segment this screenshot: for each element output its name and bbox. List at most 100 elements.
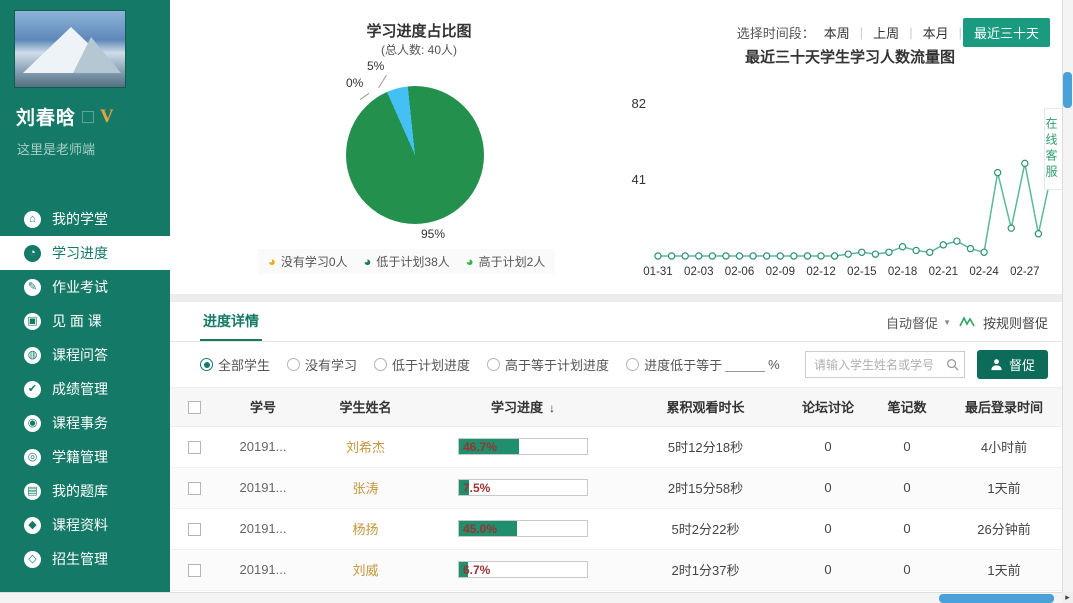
online-service-tab[interactable]: 在线客服 bbox=[1044, 108, 1062, 190]
sidebar-item-meeting-class[interactable]: ▣见 面 课 bbox=[0, 304, 170, 338]
column-header-4: 论坛讨论 bbox=[788, 388, 868, 426]
table-row: 20191...刘希杰46.7%5时12分18秒004小时前 bbox=[170, 426, 1062, 467]
pie-leader-line bbox=[378, 75, 387, 88]
time-range-selector: 选择时间段： 本周|上周|本月|最近三十天 bbox=[737, 18, 1050, 47]
student-name-link[interactable]: 杨扬 bbox=[352, 522, 378, 537]
student-name-link[interactable]: 刘威 bbox=[352, 563, 378, 578]
pie-clock-icon: ◕ bbox=[364, 255, 372, 268]
data-point bbox=[832, 253, 838, 259]
progress-cell: 46.7% bbox=[423, 426, 623, 467]
search-icon[interactable] bbox=[946, 358, 959, 376]
scroll-right-arrow[interactable]: ▸ bbox=[1062, 592, 1073, 603]
row-select-cell bbox=[170, 549, 218, 590]
user-name: 刘春晗 bbox=[16, 103, 76, 130]
student-roster-icon: ◎ bbox=[24, 449, 41, 466]
progress-value: 7.5% bbox=[463, 481, 490, 495]
percent-threshold-input[interactable] bbox=[725, 358, 765, 372]
auto-remind-dropdown[interactable]: 自动督促 ▼ bbox=[886, 313, 951, 332]
user-info: 刘春晗 V bbox=[16, 103, 170, 130]
column-label: 学生姓名 bbox=[339, 400, 391, 415]
notes-count-cell: 0 bbox=[868, 467, 946, 508]
sidebar-item-student-roster[interactable]: ◎学籍管理 bbox=[0, 440, 170, 474]
student-name-link[interactable]: 刘希杰 bbox=[346, 440, 385, 455]
column-label: 笔记数 bbox=[887, 400, 926, 415]
x-axis-label: 02-21 bbox=[929, 266, 958, 278]
filter-radio-label: 进度低于等于 bbox=[644, 355, 722, 374]
time-option-3[interactable]: 本月 bbox=[914, 20, 958, 45]
vertical-scrollbar[interactable] bbox=[1062, 0, 1073, 592]
watch-time-cell: 2时1分37秒 bbox=[623, 549, 788, 590]
horizontal-scrollbar[interactable] bbox=[0, 592, 1062, 603]
row-checkbox[interactable] bbox=[188, 441, 201, 454]
sidebar-item-my-school[interactable]: ⌂我的学堂 bbox=[0, 202, 170, 236]
data-point bbox=[927, 249, 933, 255]
last-login-cell: 26分钟前 bbox=[946, 508, 1062, 549]
data-point bbox=[777, 253, 783, 259]
person-icon bbox=[990, 358, 1003, 371]
time-range-label: 选择时间段： bbox=[737, 23, 815, 42]
watch-time-cell: 5时12分18秒 bbox=[623, 426, 788, 467]
pie-label-low: 95% bbox=[421, 227, 445, 241]
select-all-checkbox[interactable] bbox=[188, 401, 201, 414]
filter-radio-label: 没有学习 bbox=[305, 355, 357, 374]
row-checkbox[interactable] bbox=[188, 482, 201, 495]
filter-radios: 全部学生 没有学习 低于计划进度高于等于计划进度进度低于等于% bbox=[200, 355, 797, 374]
search-input[interactable] bbox=[805, 351, 965, 378]
filter-radio-3[interactable]: 低于计划进度 bbox=[374, 355, 470, 374]
vip-badge: V bbox=[100, 106, 114, 128]
tab-progress-detail[interactable]: 进度详情 bbox=[200, 302, 262, 341]
vertical-scrollbar-thumb[interactable] bbox=[1063, 72, 1072, 108]
sidebar-item-course-qa[interactable]: ◍课程问答 bbox=[0, 338, 170, 372]
notes-count-cell: 0 bbox=[868, 549, 946, 590]
option-separator: | bbox=[959, 25, 962, 40]
y-axis-label: 41 bbox=[632, 172, 646, 187]
data-point bbox=[696, 253, 702, 259]
rule-remind-link[interactable]: 按规则督促 bbox=[983, 313, 1048, 332]
sidebar-item-course-materials[interactable]: ◆课程资料 bbox=[0, 508, 170, 542]
x-axis-label: 02-15 bbox=[847, 266, 876, 278]
charts-panel: 选择时间段： 本周|上周|本月|最近三十天 学习进度占比图 (总人数: 40人)… bbox=[170, 0, 1062, 294]
sidebar-item-label: 课程资料 bbox=[52, 515, 108, 535]
remind-button-label: 督促 bbox=[1009, 355, 1035, 374]
progress-bar: 45.0% bbox=[458, 520, 588, 537]
student-name-link[interactable]: 张涛 bbox=[352, 481, 378, 496]
column-header-6: 最后登录时间 bbox=[946, 388, 1062, 426]
sidebar-item-homework-exam[interactable]: ✎作业考试 bbox=[0, 270, 170, 304]
time-option-2[interactable]: 上周 bbox=[864, 20, 908, 45]
filter-radio-2[interactable]: 没有学习 bbox=[287, 355, 357, 374]
filter-radio-label: 低于计划进度 bbox=[392, 355, 470, 374]
remind-button[interactable]: 督促 bbox=[977, 350, 1048, 379]
sidebar-item-enrollment[interactable]: ◇招生管理 bbox=[0, 542, 170, 576]
filter-radio-5[interactable]: 进度低于等于% bbox=[626, 355, 780, 374]
time-option-4[interactable]: 最近三十天 bbox=[963, 18, 1050, 47]
study-progress-icon: ◔ bbox=[24, 245, 41, 262]
row-checkbox[interactable] bbox=[188, 564, 201, 577]
filter-radio-1[interactable]: 全部学生 bbox=[200, 355, 270, 374]
column-header-2[interactable]: 学习进度↓ bbox=[423, 388, 623, 426]
column-label: 论坛讨论 bbox=[802, 400, 854, 415]
legend-label: 高于计划2人 bbox=[479, 253, 546, 270]
table-row: 20191...杨扬45.0%5时2分22秒0026分钟前 bbox=[170, 508, 1062, 549]
line-series bbox=[658, 163, 1052, 256]
legend-item-3: ◕高于计划2人 bbox=[466, 253, 546, 270]
time-option-1[interactable]: 本周 bbox=[815, 20, 859, 45]
sidebar-item-study-progress[interactable]: ◔学习进度 bbox=[0, 236, 170, 270]
column-label: 最后登录时间 bbox=[965, 400, 1043, 415]
pie-legend: ◕没有学习0人◕低于计划38人◕高于计划2人 bbox=[258, 249, 555, 274]
data-point bbox=[736, 253, 742, 259]
row-checkbox[interactable] bbox=[188, 523, 201, 536]
tab-bar: 进度详情 自动督促 ▼ 按规则督促 bbox=[170, 302, 1062, 342]
horizontal-scrollbar-thumb[interactable] bbox=[939, 594, 1054, 603]
data-point bbox=[709, 253, 715, 259]
column-header-5: 笔记数 bbox=[868, 388, 946, 426]
legend-label: 没有学习0人 bbox=[281, 253, 348, 270]
pie-leader-line bbox=[360, 93, 370, 100]
sidebar-item-course-affairs[interactable]: ◉课程事务 bbox=[0, 406, 170, 440]
student-name-cell: 杨扬 bbox=[308, 508, 423, 549]
sidebar-item-label: 课程事务 bbox=[52, 413, 108, 433]
pie-chart-subtitle: (总人数: 40人) bbox=[288, 41, 550, 58]
sidebar-item-question-bank[interactable]: ▤我的题库 bbox=[0, 474, 170, 508]
sidebar-item-grade-management[interactable]: ✔成绩管理 bbox=[0, 372, 170, 406]
radio-icon bbox=[200, 358, 213, 371]
filter-radio-4[interactable]: 高于等于计划进度 bbox=[487, 355, 609, 374]
